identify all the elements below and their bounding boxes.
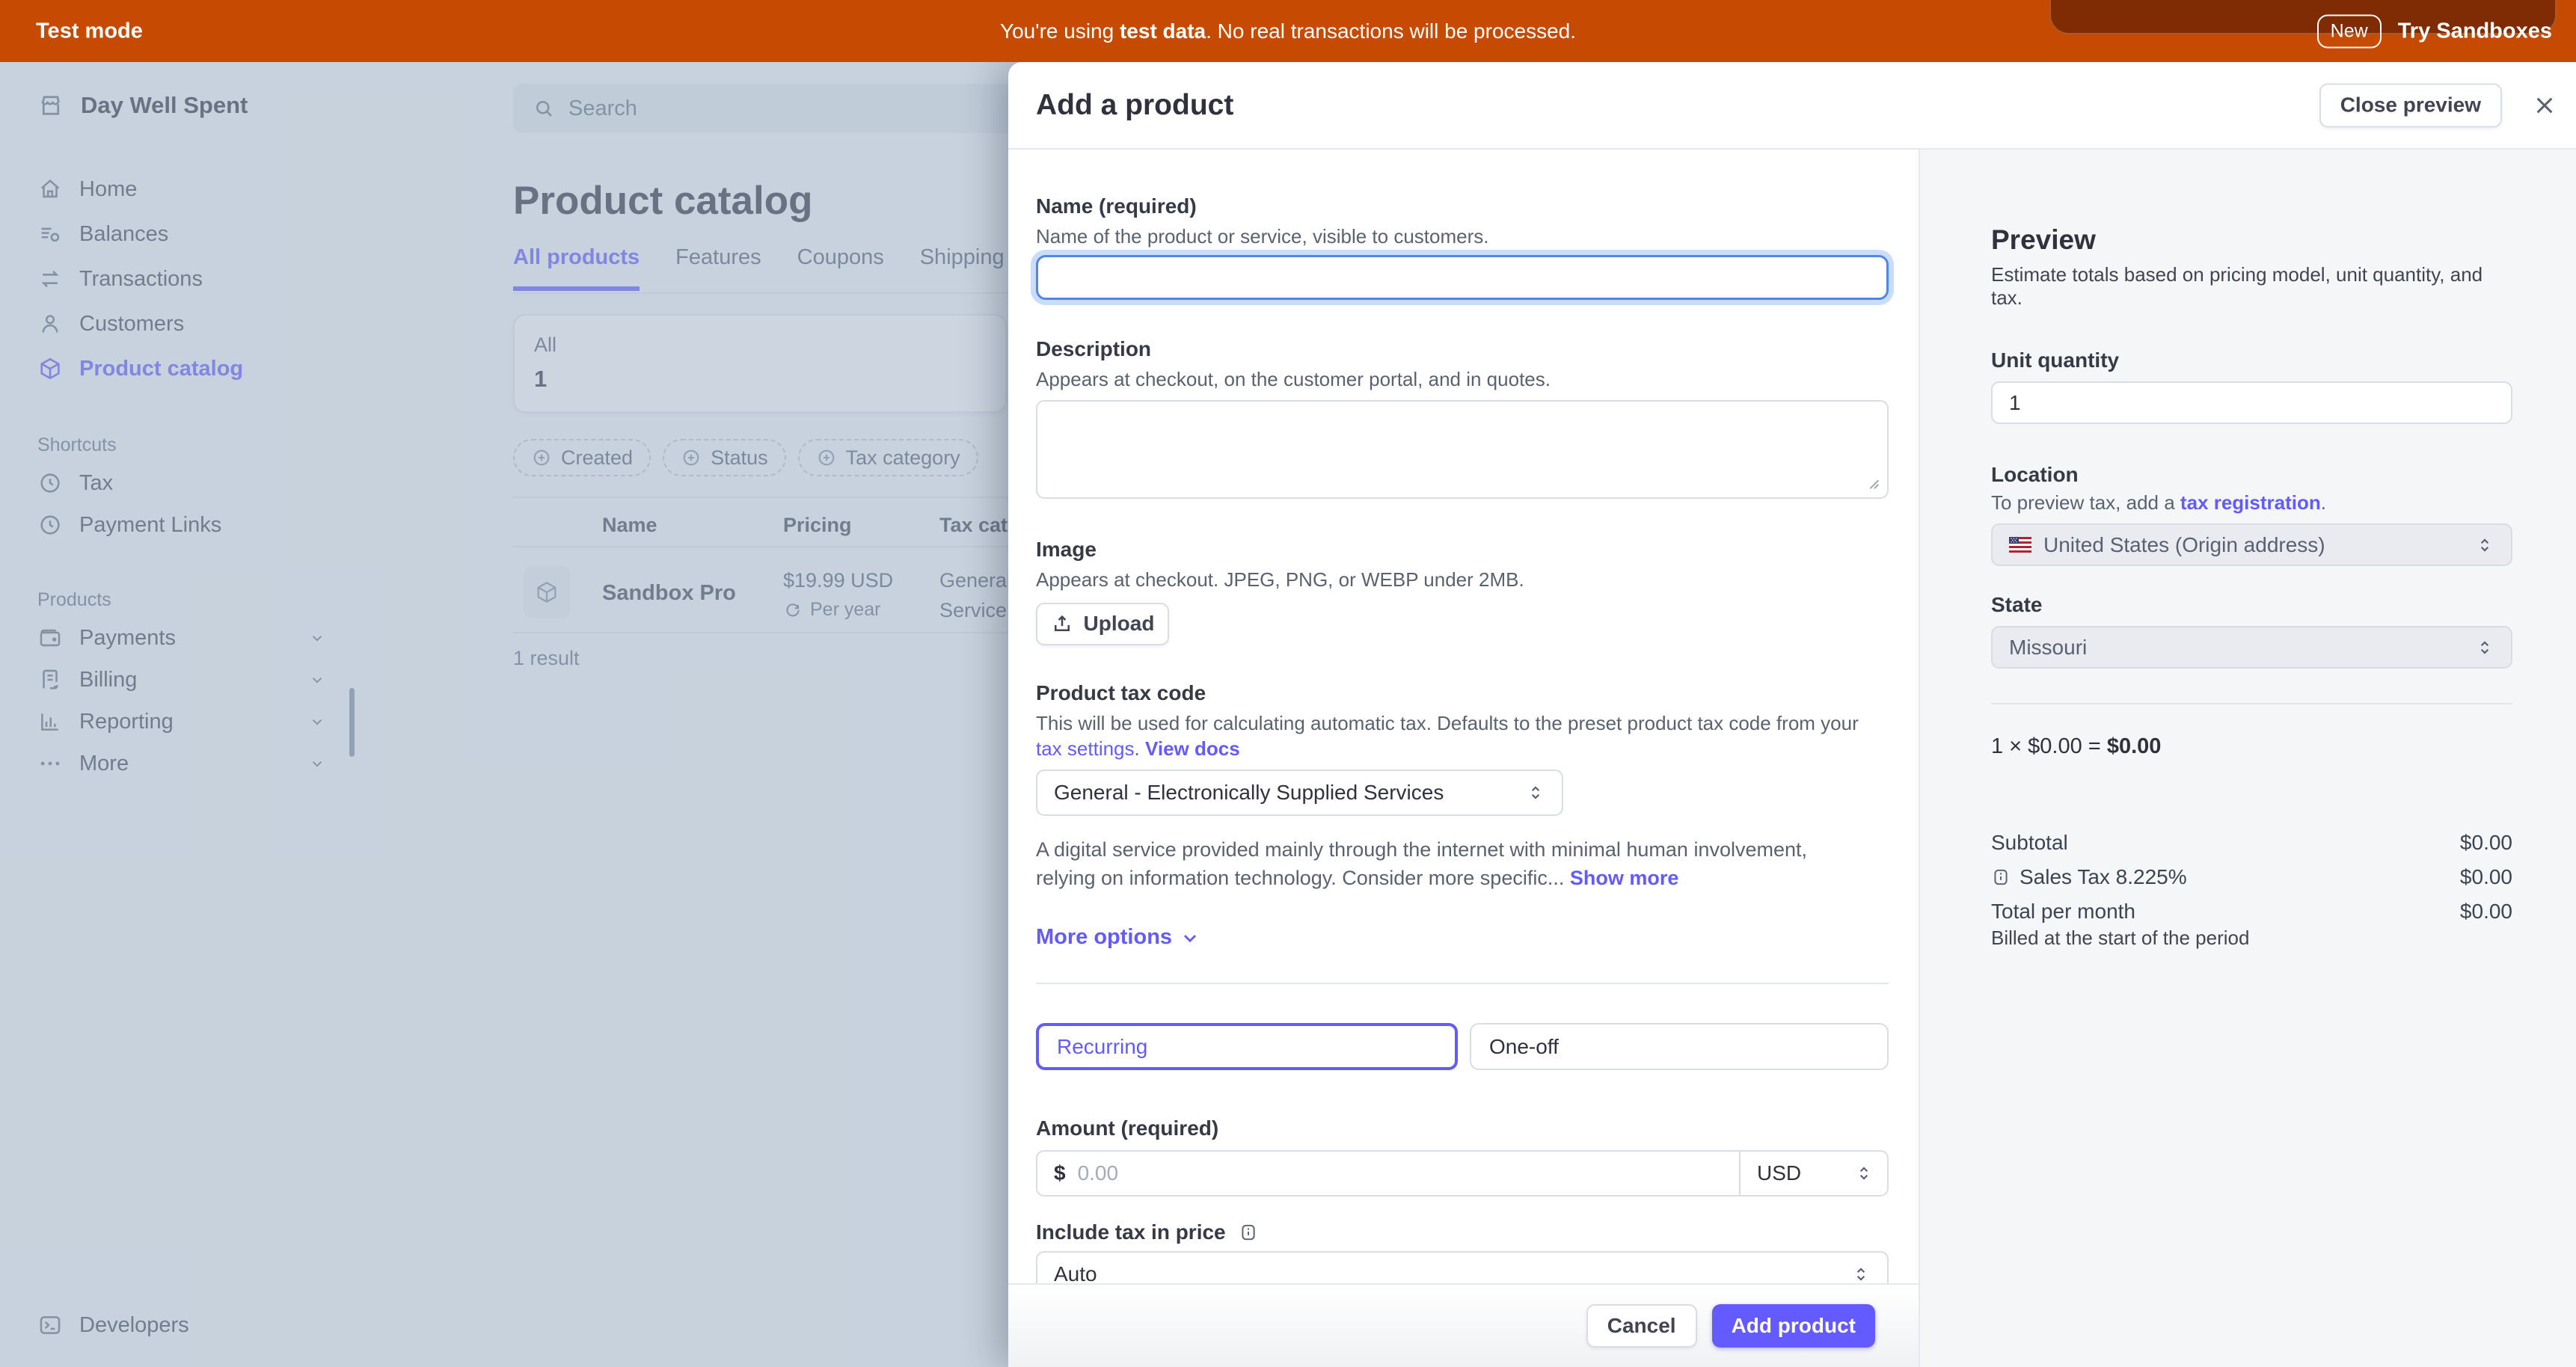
divider — [1036, 983, 1889, 984]
preview-title: Preview — [1991, 224, 2512, 256]
calc-total: $0.00 — [2107, 734, 2162, 758]
image-help: Appears at checkout. JPEG, PNG, or WEBP … — [1036, 567, 1889, 592]
name-label: Name (required) — [1036, 193, 1889, 219]
subtotal-row: Subtotal $0.00 — [1991, 831, 2512, 855]
preview-calculation: 1 × $0.00 = $0.00 — [1991, 734, 2512, 759]
tax-code-select[interactable]: General - Electronically Supplied Servic… — [1036, 769, 1563, 816]
state-label: State — [1991, 593, 2512, 617]
tax-code-help: This will be used for calculating automa… — [1036, 710, 1870, 762]
unit-quantity-label: Unit quantity — [1991, 348, 2512, 372]
tax-code-value: General - Electronically Supplied Servic… — [1054, 781, 1444, 805]
name-input[interactable] — [1036, 255, 1889, 300]
billed-note: Billed at the start of the period — [1991, 927, 2512, 950]
test-mode-label: Test mode — [36, 19, 143, 43]
view-docs-link[interactable]: View docs — [1145, 737, 1240, 760]
show-more-link[interactable]: Show more — [1570, 867, 1679, 889]
total-per-month-row: Total per month $0.00 — [1991, 900, 2512, 924]
try-sandboxes-button[interactable]: Try Sandboxes — [2398, 19, 2552, 43]
currency-value: USD — [1757, 1161, 1801, 1185]
tax-code-label: Product tax code — [1036, 680, 1889, 706]
description-label: Description — [1036, 336, 1889, 362]
state-select[interactable]: Missouri — [1991, 626, 2512, 669]
one-off-toggle-button[interactable]: One-off — [1470, 1023, 1889, 1070]
amount-input[interactable] — [1078, 1161, 1739, 1185]
image-label: Image — [1036, 536, 1889, 562]
product-form: Name (required) Name of the product or s… — [1008, 150, 1919, 1367]
info-icon[interactable] — [1991, 867, 2011, 887]
modal-footer: Cancel Add product — [1008, 1283, 1919, 1367]
test-data-message: You're using test data. No real transact… — [1000, 19, 1576, 43]
modal-title: Add a product — [1036, 89, 1233, 122]
upload-button[interactable]: Upload — [1036, 603, 1169, 645]
currency-symbol: $ — [1054, 1161, 1066, 1185]
total-label: Total per month — [1991, 900, 2135, 924]
tax-settings-link[interactable]: tax settings — [1036, 737, 1135, 760]
add-product-button[interactable]: Add product — [1712, 1304, 1875, 1348]
select-chevrons-icon — [1854, 1164, 1874, 1183]
screen: Day Well Spent Home Balances Transaction… — [0, 0, 2576, 1367]
location-help: To preview tax, add a tax registration. — [1991, 491, 2512, 514]
preview-panel: Preview Estimate totals based on pricing… — [1919, 150, 2576, 1367]
location-label: Location — [1991, 463, 2512, 487]
resize-grip-icon[interactable] — [1865, 475, 1881, 491]
test-mode-banner: Test mode You're using test data. No rea… — [0, 0, 2576, 62]
close-icon[interactable] — [2533, 93, 2557, 117]
total-value: $0.00 — [2460, 900, 2512, 924]
total-value: $0.00 — [2460, 831, 2512, 855]
select-chevrons-icon — [1526, 783, 1545, 802]
state-value: Missouri — [2009, 636, 2087, 660]
tax-registration-link[interactable]: tax registration — [2180, 491, 2321, 514]
chevron-down-icon — [1180, 927, 1200, 948]
recurring-toggle-button[interactable]: Recurring — [1036, 1023, 1458, 1070]
us-flag-icon — [2009, 537, 2031, 553]
more-options-link[interactable]: More options — [1036, 925, 1889, 950]
totals-table: Subtotal $0.00 Sales Tax 8.225% $0.00 To… — [1991, 831, 2512, 950]
amount-label: Amount (required) — [1036, 1115, 1889, 1141]
sales-tax-row: Sales Tax 8.225% $0.00 — [1991, 865, 2512, 889]
upload-icon — [1051, 612, 1073, 635]
description-help: Appears at checkout, on the customer por… — [1036, 366, 1889, 392]
select-chevrons-icon — [1851, 1265, 1871, 1284]
info-icon[interactable] — [1239, 1223, 1258, 1242]
tax-code-description: A digital service provided mainly throug… — [1036, 835, 1862, 893]
modal-header: Add a product Close preview — [1008, 62, 2576, 150]
include-tax-label: Include tax in price — [1036, 1219, 1889, 1245]
country-value: United States (Origin address) — [2043, 533, 2325, 557]
select-chevrons-icon — [2475, 535, 2494, 555]
name-help: Name of the product or service, visible … — [1036, 224, 1889, 249]
select-chevrons-icon — [2475, 638, 2494, 657]
preview-subtitle: Estimate totals based on pricing model, … — [1991, 263, 2512, 310]
add-product-modal: Add a product Close preview Name (requir… — [1008, 62, 2576, 1367]
pricing-model-toggle: Recurring One-off — [1036, 1023, 1889, 1070]
description-textarea[interactable] — [1036, 400, 1889, 499]
total-label: Sales Tax 8.225% — [2020, 865, 2187, 889]
currency-select[interactable]: USD — [1739, 1152, 1887, 1195]
cancel-button[interactable]: Cancel — [1586, 1304, 1697, 1348]
divider — [1991, 703, 2512, 704]
close-preview-button[interactable]: Close preview — [2319, 83, 2502, 127]
total-value: $0.00 — [2460, 865, 2512, 889]
country-select[interactable]: United States (Origin address) — [1991, 523, 2512, 566]
amount-input-wrap: $ — [1037, 1152, 1739, 1195]
new-badge: New — [2317, 14, 2382, 48]
unit-quantity-input[interactable] — [1991, 381, 2512, 424]
total-label: Subtotal — [1991, 831, 2068, 855]
amount-field-group: $ USD — [1036, 1150, 1889, 1196]
